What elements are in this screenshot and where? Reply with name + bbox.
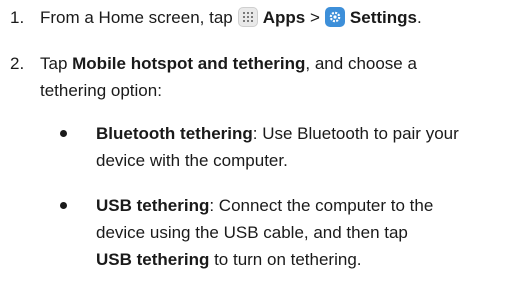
instructions-document: 1. From a Home screen, tap Apps > Settings… — [0, 0, 524, 281]
apps-label: Apps — [262, 8, 306, 27]
option-usb-line-3-bold: USB tethering — [96, 250, 210, 269]
option-bluetooth-title: Bluetooth tethering — [96, 124, 253, 143]
option-usb-desc: : Connect the computer to the — [209, 196, 434, 215]
option-usb-line-2: device using the USB cable, and then tap — [96, 223, 408, 242]
option-bluetooth-desc: : Use Bluetooth to pair your — [252, 124, 459, 143]
step-1-prefix: From a Home screen, tap — [40, 8, 233, 27]
step-2-suffix: , and choose a — [305, 54, 417, 73]
step-2-line-2: tethering option: — [40, 81, 162, 100]
step-1-suffix: . — [416, 8, 422, 27]
apps-icon — [237, 7, 258, 27]
step-2-line-1: Tap Mobile hotspot and tethering, and ch… — [40, 50, 417, 77]
settings-icon — [324, 7, 345, 27]
step-2-bold: Mobile hotspot and tethering — [72, 54, 306, 73]
bullet-dot — [60, 130, 67, 137]
step-2-prefix: Tap — [40, 54, 73, 73]
option-bluetooth-line-1: Bluetooth tethering: Use Bluetooth to pa… — [96, 120, 459, 147]
step-1-number: 1. — [10, 8, 25, 27]
step-2-number: 2. — [10, 54, 25, 73]
breadcrumb-separator: > — [309, 8, 320, 27]
step-1-text: From a Home screen, tap Apps > Settings. — [40, 4, 422, 31]
option-usb-title: USB tethering — [96, 196, 210, 215]
option-usb-line-3: USB tethering to turn on tethering. — [96, 246, 362, 273]
bullet-dot — [60, 202, 67, 209]
option-usb-line-1: USB tethering: Connect the computer to t… — [96, 192, 433, 219]
option-bluetooth-line-2: device with the computer. — [96, 151, 288, 170]
option-usb-line-3-rest: to turn on tethering. — [209, 250, 362, 269]
settings-label: Settings — [349, 8, 417, 27]
